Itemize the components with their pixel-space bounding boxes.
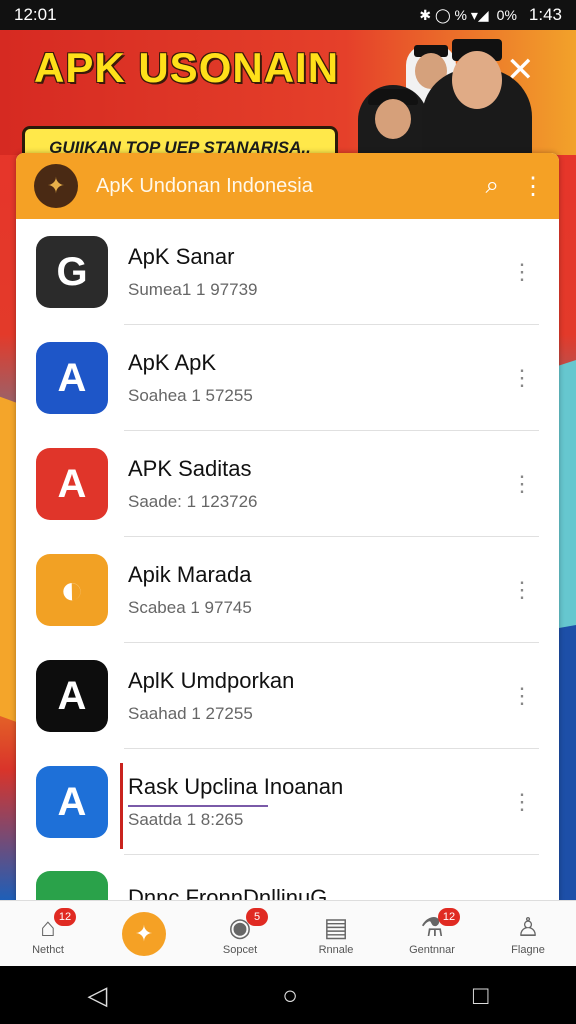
more-vert-icon[interactable]: ⋮	[521, 172, 545, 201]
status-clock: 1:43	[528, 5, 562, 24]
bottom-navigation: ⌂ Nethct 12 ✦ ◉ Sopcet 5 ▤ Rnnale ⚗ Gentnnar 12 ♙ Fla…	[0, 900, 576, 966]
app-icon[interactable]: A	[36, 448, 108, 520]
notification-badge: 12	[54, 907, 76, 926]
more-vert-icon[interactable]: ⋮	[511, 365, 533, 391]
nav-label: Flagne	[511, 943, 545, 956]
app-subtitle: Sumea1 1 97739	[128, 280, 258, 299]
banner-photo	[350, 30, 540, 155]
app-name: AplK Umdporkan	[128, 668, 295, 693]
list-item-text: APK Saditas Saade: 1 123726	[128, 456, 511, 512]
more-vert-icon[interactable]: ⋮	[511, 789, 533, 815]
recents-icon[interactable]: □	[473, 980, 489, 1011]
notification-badge: 12	[438, 907, 460, 926]
bottom-nav-item[interactable]: ◉ Sopcet 5	[200, 907, 280, 956]
battery-level: 0%	[496, 7, 517, 23]
nav-icon: ▤	[323, 911, 349, 942]
app-name: Rask Upclina Inoanan	[128, 774, 344, 799]
banner-title: APK USONAIN	[34, 44, 340, 91]
app-list-card: ✦ ApK Undonan Indonesia ⌕ ⋮ G ApK Sanar Su…	[16, 153, 559, 913]
featured-icon[interactable]: ✦	[122, 911, 166, 956]
search-icon[interactable]: ⌕	[486, 172, 499, 200]
nav-label: Nethct	[32, 943, 64, 956]
app-icon[interactable]: G	[36, 236, 108, 308]
page-title: ApK Undonan Indonesia	[96, 174, 313, 197]
status-indicator-icons: ✱ ◯ % ▾◢	[419, 6, 489, 23]
list-item[interactable]: G ApK Sanar Sumea1 1 97739 ⋮	[16, 219, 559, 325]
system-navigation-bar: ◁ ○ □	[0, 966, 576, 1024]
nav-label: Rnnale	[318, 943, 354, 956]
card-header: ✦ ApK Undonan Indonesia ⌕ ⋮	[16, 153, 559, 219]
garuda-emblem-icon: ✦	[34, 164, 78, 208]
app-icon[interactable]: A	[36, 342, 108, 414]
bottom-nav-item[interactable]: ✦	[104, 911, 184, 956]
list-item-text: ApK ApK Soahea 1 57255	[128, 350, 511, 406]
banner-close-icon[interactable]: ✕	[506, 50, 535, 90]
nav-label: Sopcet	[222, 943, 258, 956]
more-vert-icon[interactable]: ⋮	[511, 683, 533, 709]
list-item-text: Rask Upclina Inoanan Saatda 1 8:265	[128, 774, 511, 830]
more-vert-icon[interactable]: ⋮	[511, 259, 533, 285]
bottom-nav-item[interactable]: ♙ Flagne	[488, 912, 568, 956]
more-vert-icon[interactable]: ⋮	[511, 577, 533, 603]
bottom-nav-item[interactable]: ▤ Rnnale	[296, 912, 376, 956]
status-icons: ✱ ◯ % ▾◢ 0% 1:43	[419, 5, 562, 25]
list-item-text: Apik Marada Scabea 1 97745	[128, 562, 511, 618]
app-name: ApK Sanar	[128, 244, 235, 269]
app-list: G ApK Sanar Sumea1 1 97739 ⋮ A ApK ApK Soahea …	[16, 219, 559, 913]
promo-banner[interactable]: APK USONAIN GUIIKAN TOP UEP STANARISA.. …	[0, 30, 576, 155]
app-icon[interactable]: A	[36, 766, 108, 838]
app-subtitle: Scabea 1 97745	[128, 598, 252, 617]
app-subtitle: Saatda 1 8:265	[128, 810, 244, 829]
bottom-nav-item[interactable]: ⚗ Gentnnar 12	[392, 907, 472, 956]
list-item-text: ApK Sanar Sumea1 1 97739	[128, 244, 511, 300]
home-icon[interactable]: ○	[282, 980, 298, 1011]
list-item[interactable]: A ApK ApK Soahea 1 57255 ⋮	[16, 325, 559, 431]
status-bar: 12:01 ✱ ◯ % ▾◢ 0% 1:43	[0, 0, 576, 30]
app-icon[interactable]: ◐	[36, 554, 108, 626]
app-name: ApK ApK	[128, 350, 217, 375]
more-vert-icon[interactable]: ⋮	[511, 471, 533, 497]
app-name: Apik Marada	[128, 562, 252, 587]
list-item[interactable]: A Rask Upclina Inoanan Saatda 1 8:265 ⋮	[16, 749, 559, 855]
bottom-nav-item[interactable]: ⌂ Nethct 12	[8, 907, 88, 956]
nav-icon: ♙	[516, 911, 540, 942]
notification-badge: 5	[246, 907, 268, 926]
app-subtitle: Soahea 1 57255	[128, 386, 253, 405]
status-time: 12:01	[14, 5, 57, 24]
app-subtitle: Saahad 1 27255	[128, 704, 253, 723]
nav-label: Gentnnar	[409, 943, 455, 956]
list-item-text: AplK Umdporkan Saahad 1 27255	[128, 668, 511, 724]
app-name: APK Saditas	[128, 456, 252, 481]
app-icon[interactable]: A	[36, 660, 108, 732]
list-item[interactable]: ◐ Apik Marada Scabea 1 97745 ⋮	[16, 537, 559, 643]
list-item[interactable]: A AplK Umdporkan Saahad 1 27255 ⋮	[16, 643, 559, 749]
list-item[interactable]: A APK Saditas Saade: 1 123726 ⋮	[16, 431, 559, 537]
back-icon[interactable]: ◁	[87, 980, 107, 1011]
banner-subtitle: GUIIKAN TOP UEP STANARISA..	[22, 126, 338, 155]
app-subtitle: Saade: 1 123726	[128, 492, 258, 511]
